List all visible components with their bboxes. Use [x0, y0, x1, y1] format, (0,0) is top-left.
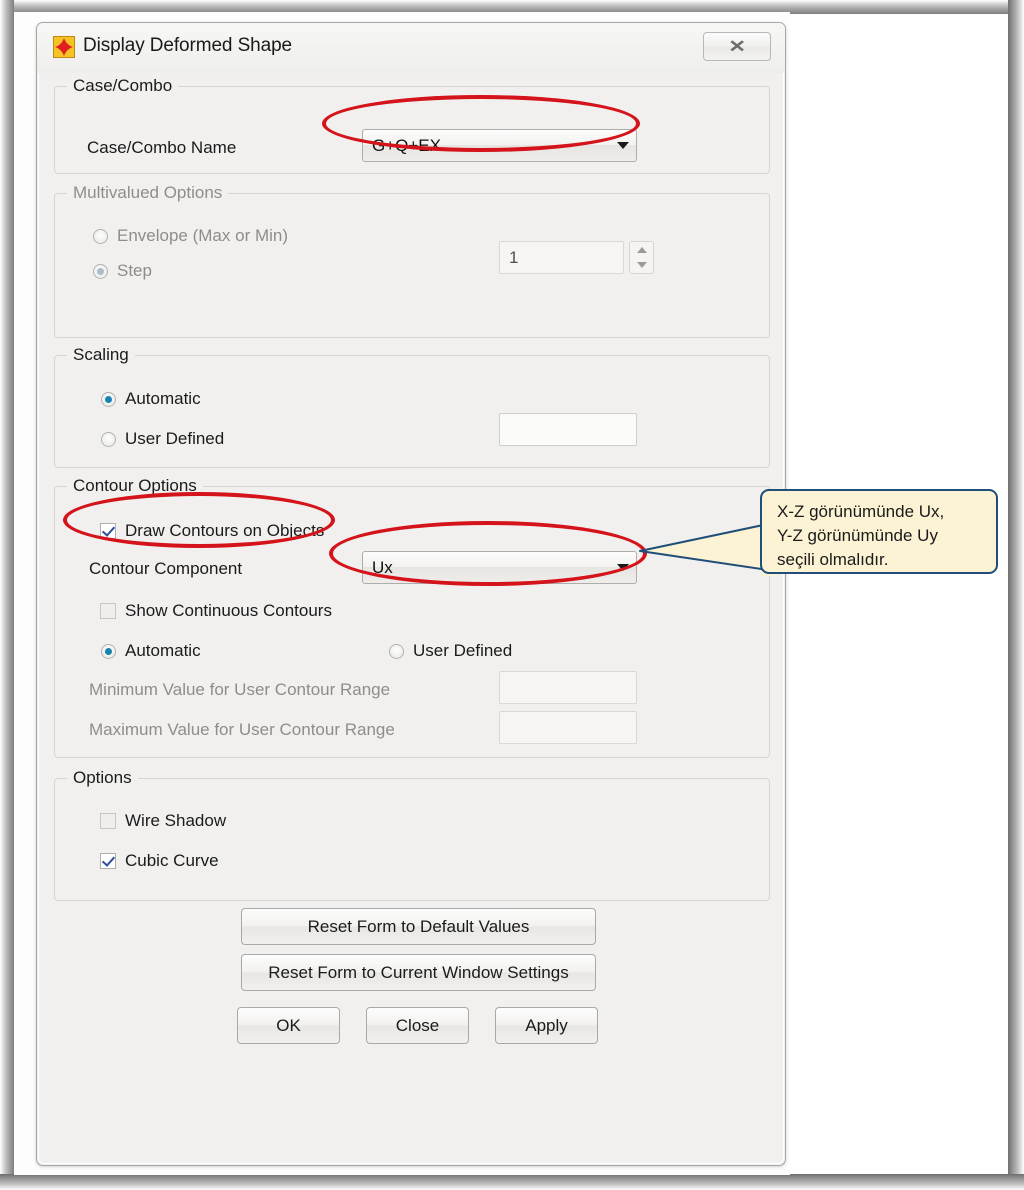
dialog-title: Display Deformed Shape: [83, 35, 293, 56]
checkbox-icon: [100, 603, 116, 619]
sap2000-star-icon: [53, 36, 75, 58]
radio-scaling-automatic[interactable]: Automatic: [101, 389, 201, 409]
case-combo-name-value: G+Q+EX: [372, 135, 441, 155]
screenshot-frame: Display Deformed Shape ✕ Case/Combo Case…: [0, 0, 1024, 1190]
reset-form-to-default-values-button[interactable]: Reset Form to Default Values: [241, 908, 596, 945]
contour-max-input[interactable]: [499, 711, 637, 744]
chevron-down-icon: [610, 142, 636, 149]
frame-edge-bottom: [0, 1174, 1024, 1190]
checkbox-draw-contours-label: Draw Contours on Objects: [125, 521, 325, 540]
checkbox-cubic-curve[interactable]: Cubic Curve: [100, 851, 219, 871]
contour-component-value: Ux: [372, 557, 393, 577]
options-legend: Options: [67, 768, 138, 788]
ok-button[interactable]: OK: [237, 1007, 340, 1044]
frame-edge-right: [1008, 0, 1024, 1190]
close-dialog-button[interactable]: Close: [366, 1007, 469, 1044]
contour-min-input[interactable]: [499, 671, 637, 704]
contour-options-legend: Contour Options: [67, 476, 203, 496]
radio-circle-icon: [93, 263, 108, 279]
radio-scaling-user-defined-label: User Defined: [125, 429, 225, 448]
checkbox-icon: [100, 813, 116, 829]
radio-scaling-automatic-label: Automatic: [125, 389, 201, 408]
step-value-stepper[interactable]: [629, 241, 654, 274]
callout-annotation: X-Z görünümünde Ux, Y-Z görünümünde Uy s…: [760, 489, 998, 574]
apply-button[interactable]: Apply: [495, 1007, 598, 1044]
radio-contour-automatic[interactable]: Automatic: [101, 641, 201, 661]
scaling-user-defined-input[interactable]: [499, 413, 637, 446]
radio-step-label: Step: [117, 261, 152, 280]
step-value-text: 1: [509, 248, 519, 267]
case-combo-legend: Case/Combo: [67, 76, 179, 96]
contour-max-label: Maximum Value for User Contour Range: [89, 720, 395, 739]
dialog-backdrop-panel: Display Deformed Shape ✕ Case/Combo Case…: [14, 12, 790, 1175]
close-icon: ✕: [728, 37, 746, 56]
checkbox-show-continuous-contours-label: Show Continuous Contours: [125, 601, 332, 620]
reset-form-to-current-window-settings-button[interactable]: Reset Form to Current Window Settings: [241, 954, 596, 991]
radio-circle-icon: [101, 643, 116, 659]
radio-circle-icon: [101, 391, 116, 407]
checkbox-wire-shadow-label: Wire Shadow: [125, 811, 227, 830]
radio-step[interactable]: Step: [93, 261, 152, 281]
checkbox-cubic-curve-label: Cubic Curve: [125, 851, 219, 870]
radio-contour-user-defined[interactable]: User Defined: [389, 641, 512, 661]
checkbox-icon: [100, 853, 116, 869]
contour-min-label: Minimum Value for User Contour Range: [89, 680, 391, 699]
checkbox-show-continuous-contours[interactable]: Show Continuous Contours: [100, 601, 332, 621]
contour-component-label: Contour Component: [89, 559, 243, 578]
step-value-input[interactable]: 1: [499, 241, 624, 274]
scaling-group: Scaling: [54, 345, 770, 468]
radio-envelope[interactable]: Envelope (Max or Min): [93, 226, 288, 246]
multivalued-options-legend: Multivalued Options: [67, 183, 229, 203]
radio-circle-icon: [389, 643, 404, 659]
checkbox-icon: [100, 523, 116, 539]
radio-envelope-label: Envelope (Max or Min): [117, 226, 289, 245]
stepper-down-icon[interactable]: [630, 258, 653, 274]
radio-circle-icon: [93, 228, 108, 244]
frame-edge-left: [0, 0, 14, 1190]
contour-component-dropdown[interactable]: Ux: [362, 551, 637, 584]
radio-circle-icon: [101, 431, 116, 447]
stepper-up-icon[interactable]: [630, 242, 653, 258]
radio-scaling-user-defined[interactable]: User Defined: [101, 429, 224, 449]
options-group: Options: [54, 768, 770, 901]
case-combo-name-label: Case/Combo Name: [87, 138, 237, 157]
multivalued-options-group: Multivalued Options: [54, 183, 770, 338]
display-deformed-shape-dialog: Display Deformed Shape ✕ Case/Combo Case…: [36, 22, 786, 1166]
checkbox-wire-shadow[interactable]: Wire Shadow: [100, 811, 226, 831]
case-combo-name-dropdown[interactable]: G+Q+EX: [362, 129, 637, 162]
checkbox-draw-contours[interactable]: Draw Contours on Objects: [100, 521, 324, 541]
close-button[interactable]: ✕: [703, 32, 771, 61]
callout-text: X-Z görünümünde Ux, Y-Z görünümünde Uy s…: [777, 502, 945, 570]
dialog-title-bar: Display Deformed Shape ✕: [37, 23, 785, 73]
radio-contour-automatic-label: Automatic: [125, 641, 201, 660]
radio-contour-user-defined-label: User Defined: [413, 641, 513, 660]
scaling-legend: Scaling: [67, 345, 135, 365]
chevron-down-icon: [610, 564, 636, 571]
